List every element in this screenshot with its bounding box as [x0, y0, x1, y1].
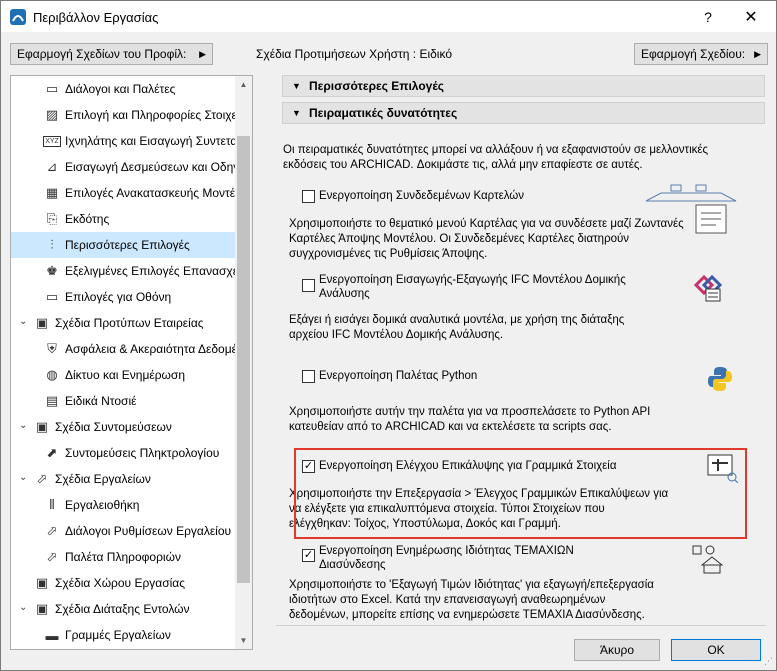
ifc-structural-description: Εξάγει ή εισάγει δομικά αναλυτικά μοντέλ… — [289, 314, 625, 341]
window-title: Περιβάλλον Εργασίας — [33, 10, 159, 25]
scroll-up-arrow-icon[interactable]: ▲ — [235, 76, 252, 93]
apply-profile-schemes-label: Εφαρμογή Σχεδίων του Προφίλ: — [17, 47, 187, 61]
rebuild-icon: ▦ — [45, 185, 59, 200]
tree-item[interactable]: ⎘ Εκδότης — [11, 206, 236, 232]
display-icon: ▭ — [45, 289, 59, 304]
tree-item-more-options[interactable]: ⫶ Περισσότερες Επιλογές — [11, 232, 236, 258]
interface-property-icon — [692, 545, 724, 574]
python-palette-description: Χρησιμοποιήστε αυτήν την παλέτα για να π… — [289, 406, 651, 433]
tree-item[interactable]: ⌄ ⬀ Σχέδια Εργαλείων — [11, 466, 236, 492]
info-palette-icon: ⬀ — [46, 549, 58, 564]
apply-scheme-button[interactable]: Εφαρμογή Σχεδίου: ▶ — [634, 43, 768, 65]
workspace-icon: ▣ — [35, 575, 49, 590]
tree-item[interactable]: ⬀ Διάλογοι Ρυθμίσεων Εργαλείου — [11, 518, 236, 544]
tree-item[interactable]: ⌄ ▣ Σχέδια Συντομεύσεων — [11, 414, 236, 440]
ifc-structural-label: Ενεργοποίηση Εισαγωγής-Εξαγωγής IFC Μοντ… — [319, 274, 626, 300]
footer-divider — [276, 625, 766, 626]
tool-settings-icon: ⬀ — [46, 523, 58, 538]
tree-item[interactable]: ▬ Γραμμές Εργαλείων — [11, 622, 236, 648]
triangle-down-icon: ▼ — [292, 81, 301, 91]
toolbars-icon: ▬ — [45, 627, 59, 643]
resize-grip-icon[interactable]: ⋰ — [764, 656, 773, 667]
interface-property-checkbox[interactable]: ✓ — [302, 549, 315, 562]
intro-text: Οι πειραματικές δυνατότητες μπορεί να αλ… — [283, 144, 709, 171]
scroll-thumb[interactable] — [237, 136, 250, 583]
tree-item[interactable]: ⬈ Συντομεύσεις Πληκτρολογίου — [11, 440, 236, 466]
keyboard-icon: ⬈ — [46, 445, 58, 460]
section-more-options[interactable]: ▼ Περισσότερες Επιλογές — [282, 75, 765, 97]
tool-scheme-icon: ⬀ — [36, 471, 48, 486]
tree-item[interactable]: ▭ Διάλογοι και Παλέτες — [11, 76, 236, 102]
tree-item[interactable]: ▨ Επιλογή και Πληροφορίες Στοιχείων — [11, 102, 236, 128]
section-experimental[interactable]: ▼ Πειραματικές δυνατότητες — [282, 102, 765, 124]
ifc-structural-checkbox[interactable] — [302, 279, 315, 292]
shortcut-scheme-icon: ▣ — [35, 419, 49, 434]
tree-item[interactable]: ♚ Εξελιγμένες Επιλογές Επανασχεδίασης — [11, 258, 236, 284]
interface-property-label: Ενεργοποίηση Ενημέρωσης Ιδιότητας ΤΕΜΑΧΙ… — [319, 545, 574, 571]
preferences-window: Περιβάλλον Εργασίας ? ✕ Εφαρμογή Σχεδίων… — [0, 0, 777, 671]
tracker-icon: XYZ — [43, 136, 61, 147]
tree-item[interactable]: ▣ Σχέδια Χώρου Εργασίας — [11, 570, 236, 596]
title-bar: Περιβάλλον Εργασίας ? ✕ — [1, 1, 776, 32]
toolbox-icon: ⫴ — [49, 497, 55, 512]
preferences-tree: ▭ Διάλογοι και Παλέτες ▨ Επιλογή και Πλη… — [10, 75, 253, 650]
profile-label: Σχέδια Προτιμήσεων Χρήστη : Ειδικό — [256, 47, 453, 61]
python-palette-label: Ενεργοποίηση Παλέτας Python — [319, 370, 478, 382]
archicad-app-icon — [10, 9, 26, 25]
linked-tabs-description: Χρησιμοποιήστε το θεματικό μενού Καρτέλα… — [289, 218, 684, 260]
ifc-logo-icon — [693, 274, 723, 302]
chevron-down-icon[interactable]: ⌄ — [19, 472, 27, 483]
play-arrow-icon: ▶ — [199, 48, 206, 59]
python-palette-checkbox[interactable] — [302, 370, 315, 383]
tree-scrollbar[interactable]: ▲ ▼ — [235, 76, 252, 649]
tree-item[interactable]: ◍ Δίκτυο και Ενημέρωση — [11, 362, 236, 388]
command-layout-icon: ▣ — [35, 601, 49, 616]
tree-item[interactable]: ⛨ Ασφάλεια & Ακεραιότητα Δεδομένων — [11, 336, 236, 362]
tree-item[interactable]: ▦ Επιλογές Ανακατασκευής Μοντέλου — [11, 180, 236, 206]
publisher-icon: ⎘ — [46, 211, 58, 226]
linked-tabs-label: Ενεργοποίηση Συνδεδεμένων Καρτελών — [319, 190, 525, 202]
safety-icon: ⛨ — [47, 341, 57, 356]
network-icon: ◍ — [46, 367, 58, 382]
constraints-icon: ⊿ — [46, 159, 58, 174]
tree-item[interactable]: ⌄ ▣ Σχέδια Προτύπων Εταιρείας — [11, 310, 236, 336]
selection-icon: ▨ — [45, 107, 59, 122]
apply-profile-schemes-button[interactable]: Εφαρμογή Σχεδίων του Προφίλ: ▶ — [10, 43, 213, 65]
chevron-down-icon[interactable]: ⌄ — [19, 420, 27, 431]
play-arrow-icon: ▶ — [754, 48, 761, 59]
tree-item[interactable]: ⊿ Εισαγωγή Δεσμεύσεων και Οδηγών — [11, 154, 236, 180]
interface-property-description: Χρησιμοποιήστε το 'Εξαγωγή Τιμών Ιδιότητ… — [289, 579, 654, 621]
ok-button[interactable]: OK — [671, 639, 761, 661]
more-options-icon: ⫶ — [50, 237, 54, 252]
tree-item[interactable]: ⬀ Παλέτα Πληροφοριών — [11, 544, 236, 570]
folder-icon: ▤ — [45, 393, 59, 408]
chevron-down-icon[interactable]: ⌄ — [19, 316, 27, 327]
scroll-down-arrow-icon[interactable]: ▼ — [235, 632, 252, 649]
redraw-icon: ♚ — [46, 263, 58, 278]
tree-item[interactable]: ⌄ ▣ Σχέδια Διάταξης Εντολών — [11, 596, 236, 622]
company-icon: ▣ — [35, 315, 49, 330]
options-panel: ▼ Περισσότερες Επιλογές ▼ Πειραματικές δ… — [276, 75, 765, 625]
highlight-frame — [294, 448, 747, 539]
help-button[interactable]: ? — [688, 1, 728, 32]
tree-item[interactable]: ▤ Ειδικά Ντοσιέ — [11, 388, 236, 414]
chevron-down-icon[interactable]: ⌄ — [19, 602, 27, 613]
tree-item[interactable]: XYZ Ιχνηλάτης και Εισαγωγή Συντεταγμένων — [11, 128, 236, 154]
tree-item[interactable]: ▭ Επιλογές για Οθόνη — [11, 284, 236, 310]
python-logo-icon — [708, 367, 732, 391]
dialog-icon: ▭ — [45, 81, 59, 96]
close-button[interactable]: ✕ — [731, 1, 771, 32]
apply-scheme-label: Εφαρμογή Σχεδίου: — [641, 47, 746, 61]
cancel-button[interactable]: Άκυρο — [574, 639, 660, 661]
linked-tabs-checkbox[interactable] — [302, 190, 315, 203]
triangle-down-icon: ▼ — [292, 108, 301, 118]
tree-item[interactable]: ⫴ Εργαλειοθήκη — [11, 492, 236, 518]
